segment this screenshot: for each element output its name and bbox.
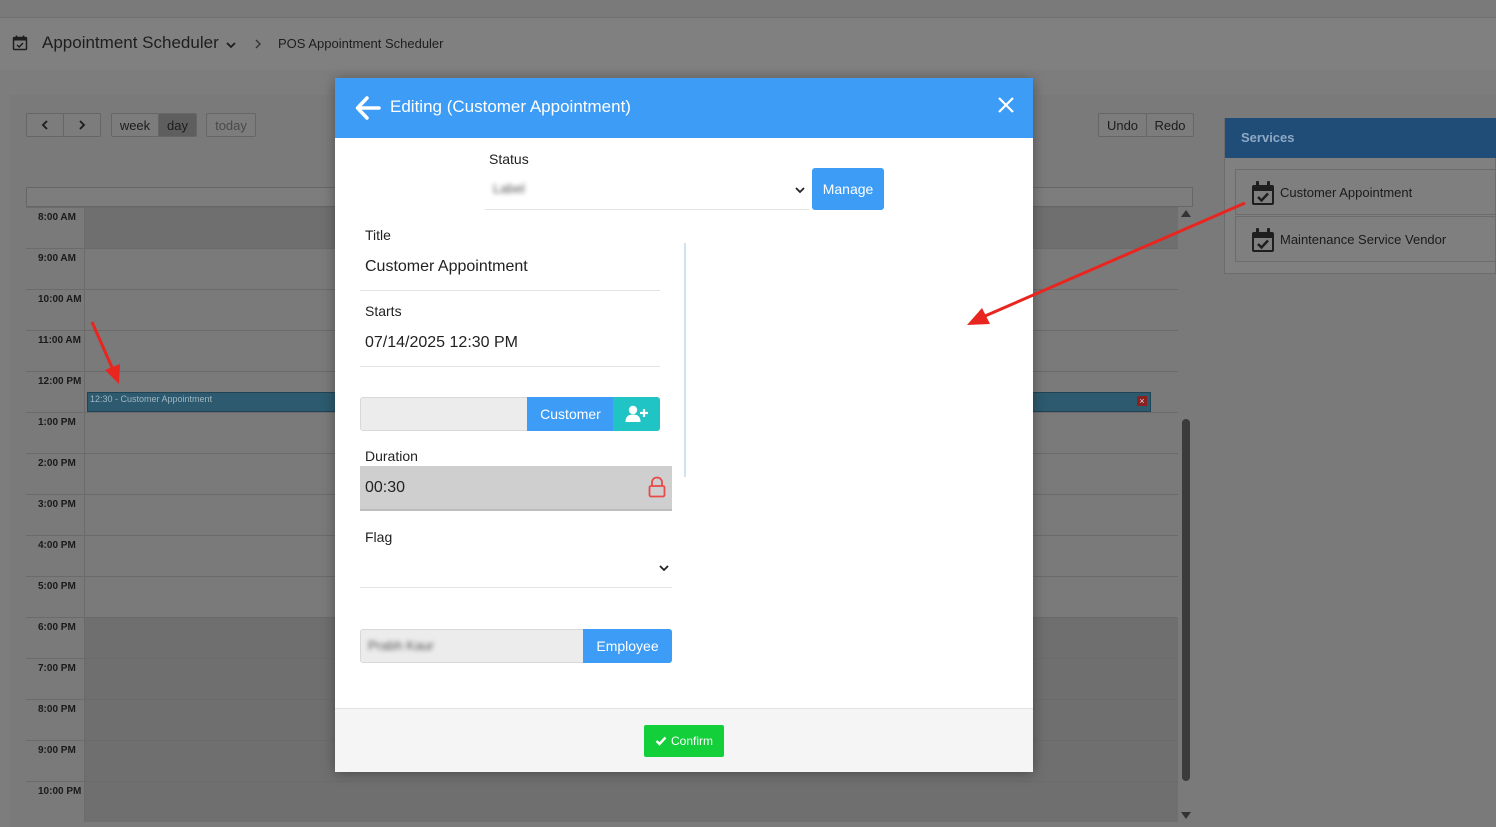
edit-appointment-modal: Editing (Customer Appointment) Status La… — [335, 78, 1033, 772]
add-customer-button[interactable] — [613, 397, 660, 431]
calendar-check-icon — [1252, 181, 1274, 205]
employee-input[interactable]: Prabh Kaur — [360, 629, 584, 663]
scrollbar-thumb[interactable] — [1182, 419, 1190, 781]
breadcrumb[interactable]: POS Appointment Scheduler — [278, 36, 444, 51]
status-underline — [485, 209, 809, 210]
flag-label: Flag — [365, 529, 393, 545]
hour-label: 1:00 PM — [38, 417, 76, 428]
hour-label: 4:00 PM — [38, 540, 76, 551]
hour-label: 10:00 PM — [38, 786, 82, 797]
scroll-down-icon[interactable] — [1181, 812, 1191, 819]
column-divider — [684, 243, 686, 477]
modal-header: Editing (Customer Appointment) — [335, 78, 1033, 138]
confirm-label: Confirm — [670, 734, 713, 748]
modal-footer: Confirm — [335, 708, 1033, 772]
hour-label: 8:00 PM — [38, 704, 76, 715]
prev-button[interactable] — [26, 113, 64, 137]
title-input[interactable]: Customer Appointment — [365, 258, 528, 276]
service-item-label: Maintenance Service Vendor — [1280, 232, 1447, 247]
next-button[interactable] — [63, 113, 101, 137]
close-icon[interactable] — [997, 96, 1015, 114]
chevron-right-icon — [79, 120, 86, 130]
duration-label: Duration — [365, 448, 418, 464]
customer-button[interactable]: Customer — [527, 397, 614, 431]
service-item-label: Customer Appointment — [1280, 185, 1413, 200]
status-label: Status — [489, 151, 529, 167]
chevron-down-icon[interactable] — [224, 38, 238, 52]
service-item-customer-appointment[interactable]: Customer Appointment — [1235, 169, 1496, 215]
employee-value: Prabh Kaur — [368, 638, 434, 653]
flag-underline — [360, 587, 672, 588]
today-button[interactable]: today — [206, 113, 256, 137]
confirm-button[interactable]: Confirm — [644, 725, 724, 757]
chevron-down-icon[interactable] — [658, 562, 670, 574]
hour-label: 3:00 PM — [38, 499, 76, 510]
lock-icon[interactable] — [648, 476, 666, 498]
hour-label: 10:00 AM — [38, 294, 82, 305]
modal-title: Editing (Customer Appointment) — [390, 97, 631, 116]
hour-label: 9:00 AM — [38, 253, 76, 264]
top-strip — [0, 0, 1496, 18]
chevron-right-icon — [255, 39, 261, 49]
flag-select[interactable] — [360, 551, 672, 587]
service-item-maintenance-service-vendor[interactable]: Maintenance Service Vendor — [1235, 216, 1496, 262]
calendar-hour-row: 10:00 PM — [26, 781, 1178, 822]
add-user-icon — [625, 405, 648, 422]
week-view-button[interactable]: week — [111, 113, 159, 137]
calendar-slot[interactable] — [84, 782, 1178, 822]
employee-button[interactable]: Employee — [583, 629, 672, 663]
hour-label: 9:00 PM — [38, 745, 76, 756]
status-select[interactable]: Label — [485, 173, 809, 209]
hour-label: 8:00 AM — [38, 212, 76, 223]
starts-underline — [360, 366, 660, 367]
day-view-button[interactable]: day — [158, 113, 197, 137]
redo-button[interactable]: Redo — [1146, 113, 1194, 137]
event-delete-icon[interactable]: × — [1137, 396, 1147, 406]
scroll-up-icon[interactable] — [1181, 210, 1191, 217]
title-label: Title — [365, 227, 391, 243]
calendar-check-icon — [1252, 228, 1274, 252]
status-value: Label — [493, 181, 525, 196]
services-title: Services — [1225, 118, 1496, 158]
manage-button[interactable]: Manage — [812, 168, 884, 210]
hour-label: 6:00 PM — [38, 622, 76, 633]
undo-button[interactable]: Undo — [1098, 113, 1147, 137]
hour-label: 7:00 PM — [38, 663, 76, 674]
duration-field: 00:30 — [360, 466, 672, 511]
chevron-left-icon — [41, 120, 48, 130]
calendar-event-label: 12:30 - Customer Appointment — [90, 394, 213, 404]
calendar-icon — [12, 35, 28, 51]
hour-label: 5:00 PM — [38, 581, 76, 592]
starts-input[interactable]: 07/14/2025 12:30 PM — [365, 334, 518, 352]
customer-input[interactable] — [360, 397, 528, 431]
app-title[interactable]: Appointment Scheduler — [42, 33, 219, 53]
title-underline — [360, 290, 660, 291]
chevron-down-icon[interactable] — [794, 184, 806, 196]
check-icon — [655, 736, 667, 746]
hour-label: 2:00 PM — [38, 458, 76, 469]
duration-value: 00:30 — [365, 479, 406, 496]
back-arrow-icon[interactable] — [354, 94, 382, 122]
hour-label: 12:00 PM — [38, 376, 82, 387]
app-header: Appointment Scheduler POS Appointment Sc… — [0, 18, 1496, 70]
starts-label: Starts — [365, 303, 402, 319]
hour-label: 11:00 AM — [38, 335, 81, 346]
